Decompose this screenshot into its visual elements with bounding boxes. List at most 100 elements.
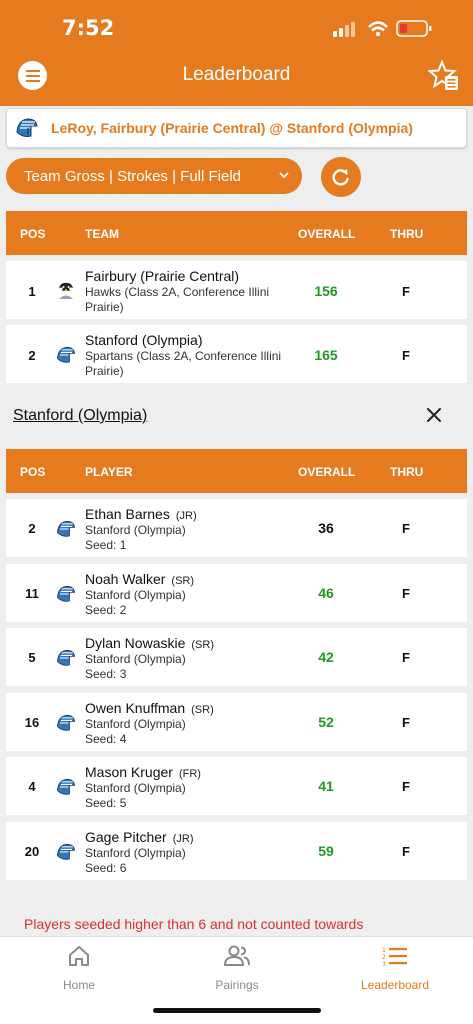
team-pos: 1 [28,284,36,299]
team-row[interactable]: 1 Fairbury (Prairie Central) Hawks (Clas… [6,261,467,319]
team-table-header: POS TEAM OVERALL THRU [6,211,467,255]
player-overall: 36 [318,520,334,536]
page-title: Leaderboard [182,64,291,85]
hawk-logo-icon [55,280,77,302]
player-pos: 20 [24,844,40,859]
col-player: PLAYER [85,465,133,479]
player-school: Stanford (Olympia) [85,781,186,795]
player-pos: 11 [25,586,39,601]
spartan-logo-icon [56,714,76,731]
player-name-line: Mason Kruger (FR) [85,764,201,780]
player-name-line: Noah Walker (SR) [85,571,194,587]
home-indicator [153,1008,321,1013]
player-seed: Seed: 4 [85,732,127,746]
team-subtitle-cont: Prairie) [85,364,124,378]
player-row[interactable]: 16 Owen Knuffman (SR) Stanford (Olympia) See… [6,693,467,751]
team-thru: F [402,284,410,299]
player-seed: Seed: 1 [85,538,127,552]
player-thru: F [402,586,410,601]
player-school: Stanford (Olympia) [85,588,186,602]
player-seed: Seed: 5 [85,796,127,810]
seeding-note: Players seeded higher than 6 and not cou… [24,916,364,932]
team-subtitle-cont: Prairie) [85,300,124,314]
col-thru: THRU [390,227,424,241]
player-overall: 41 [318,778,334,794]
player-seed: Seed: 6 [85,861,127,875]
player-thru: F [402,521,410,536]
tab-leaderboard[interactable]: 1 2 3 Leaderboard [316,937,473,1007]
chevron-down-icon [279,172,289,179]
player-grade: (JR) [172,833,194,845]
player-name-line: Dylan Nowaskie (SR) [85,635,214,651]
team-row[interactable]: 2 Stanford (Olympia) Spartans (Class 2A,… [6,325,467,383]
player-pos: 16 [24,715,40,730]
player-grade: (JR) [175,510,197,522]
refresh-button[interactable] [321,157,361,197]
favorites-star-icon[interactable] [428,60,460,92]
team-overall: 165 [314,347,338,363]
player-name: Mason Kruger [85,764,173,780]
svg-text:3: 3 [382,961,386,967]
player-overall: 46 [318,585,334,601]
spartan-logo-icon [56,778,76,795]
player-name-line: Gage Pitcher (JR) [85,829,194,845]
tab-pairings[interactable]: Pairings [158,937,316,1007]
team-name: Fairbury (Prairie Central) [85,268,240,284]
scoring-filter-dropdown[interactable]: Team Gross | Strokes | Full Field [6,158,302,194]
home-icon [69,946,89,966]
player-row[interactable]: 2 Ethan Barnes (JR) Stanford (Olympia) Seed:… [6,499,467,557]
scoring-filter-label: Team Gross | Strokes | Full Field [24,167,242,185]
player-row[interactable]: 20 Gage Pitcher (JR) Stanford (Olympia) Seed… [6,822,467,880]
player-thru: F [402,779,410,794]
player-school: Stanford (Olympia) [85,717,186,731]
player-pos: 4 [28,779,36,794]
team-subtitle: Hawks (Class 2A, Conference Illini [85,285,270,299]
col-pos: POS [20,465,46,479]
player-school: Stanford (Olympia) [85,652,186,666]
player-seed: Seed: 2 [85,603,127,617]
status-time: 7:52 [62,16,115,40]
svg-text:1: 1 [382,947,386,954]
close-icon[interactable] [424,405,444,425]
player-name: Dylan Nowaskie [85,635,186,651]
spartan-logo-icon [56,585,76,602]
col-pos: POS [20,227,46,241]
tab-home[interactable]: Home [0,937,158,1007]
tab-home-label: Home [62,978,95,992]
player-grade: (SR) [191,639,214,651]
tab-leaderboard-label: Leaderboard [360,978,430,992]
refresh-icon [332,168,349,186]
player-overall: 52 [318,714,334,730]
player-pos: 2 [28,521,36,536]
player-table-header: POS PLAYER OVERALL THRU [6,449,467,493]
player-thru: F [402,650,410,665]
spartan-logo-icon [56,520,76,537]
team-overall: 156 [314,283,338,299]
team-pos: 2 [28,348,36,363]
player-school: Stanford (Olympia) [85,523,186,537]
status-icons [333,20,432,37]
spartan-logo-icon [56,649,76,666]
player-name-line: Ethan Barnes (JR) [85,506,197,522]
player-row[interactable]: 11 Noah Walker (SR) Stanford (Olympia) Seed:… [6,564,467,622]
spartan-logo-icon [56,346,76,363]
tab-pairings-label: Pairings [215,978,259,992]
player-grade: (SR) [171,575,195,587]
spartan-logo-icon [14,115,40,141]
player-name: Owen Knuffman [85,700,186,716]
col-team: TEAM [85,227,119,241]
player-thru: F [402,844,410,859]
player-row[interactable]: 5 Dylan Nowaskie (SR) Stanford (Olympia) See… [6,628,467,686]
col-overall: OVERALL [298,465,356,479]
team-name: Stanford (Olympia) [85,332,203,348]
matchup-text: LeRoy, Fairbury (Prairie Central) @ Stan… [51,120,413,136]
list-icon: 1 2 3 [382,947,407,967]
matchup-bar[interactable]: LeRoy, Fairbury (Prairie Central) @ Stan… [6,108,467,148]
svg-text:2: 2 [382,954,386,961]
player-name: Gage Pitcher [85,829,167,845]
selected-team-title[interactable]: Stanford (Olympia) [13,407,147,425]
player-overall: 42 [318,649,334,665]
team-subtitle: Spartans (Class 2A, Conference Illini [85,349,282,363]
player-name: Ethan Barnes [85,506,170,522]
player-row[interactable]: 4 Mason Kruger (FR) Stanford (Olympia) Seed:… [6,757,467,815]
